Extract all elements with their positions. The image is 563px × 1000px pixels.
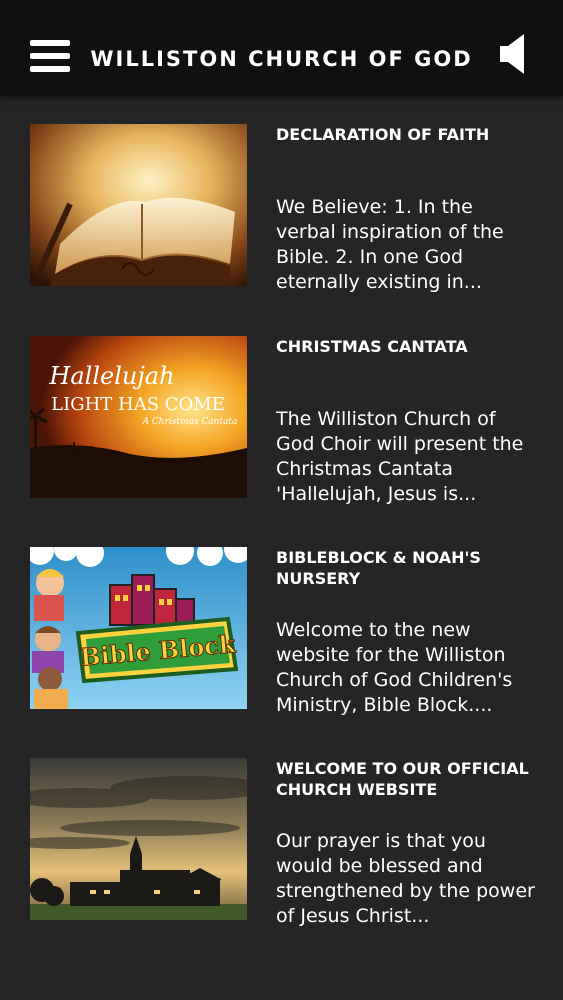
speaker-icon[interactable] [498,33,528,75]
list-item-bibleblock[interactable]: Bible Block BIBLEBLOCK & NOAH'S NURSERY … [0,547,563,722]
item-description: Our prayer is that you would be blessed … [276,830,535,927]
hallelujah-light-has-come-image: Hallelujah LIGHT HAS COME A Christmas Ca… [30,336,247,498]
bible-block-image: Bible Block [30,547,247,709]
item-title: DECLARATION OF FAITH [276,125,490,144]
item-title: BIBLEBLOCK & NOAH'S NURSERY [276,548,481,588]
cantata-image-title: Hallelujah [48,362,174,390]
app-title: WILLISTON CHURCH OF GOD [90,47,473,71]
item-title: WELCOME TO OUR OFFICIAL CHURCH WEBSITE [276,759,529,799]
cantata-image-subtitle: LIGHT HAS COME [51,394,225,415]
list-item-welcome[interactable]: WELCOME TO OUR OFFICIAL CHURCH WEBSITE O… [0,758,563,933]
list-item-christmas-cantata[interactable]: Hallelujah LIGHT HAS COME A Christmas Ca… [0,336,563,511]
church-building-image [30,758,247,920]
open-bible-image [30,124,247,286]
item-description: Welcome to the new website for the Willi… [276,619,513,716]
list-item-declaration-of-faith[interactable]: DECLARATION OF FAITH We Believe: 1. In t… [0,124,563,299]
app-header: WILLISTON CHURCH OF GOD [0,0,563,96]
cantata-image-caption: A Christmas Cantata [142,417,238,427]
item-description: The Williston Church of God Choir will p… [276,408,524,505]
item-title: CHRISTMAS CANTATA [276,337,468,356]
item-description: We Believe: 1. In the verbal inspiration… [276,196,504,293]
